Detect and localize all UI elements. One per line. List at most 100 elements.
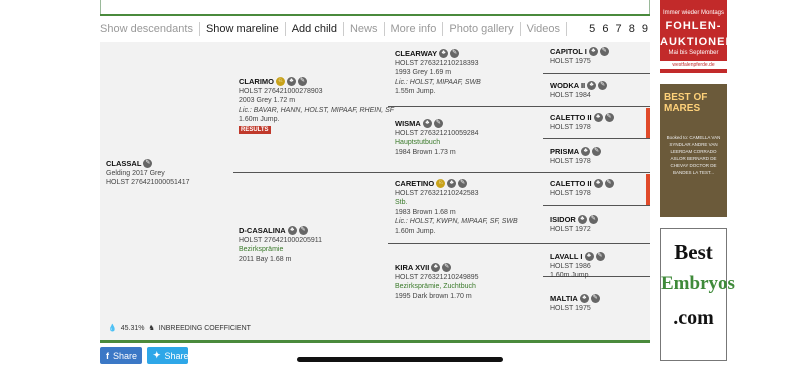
family-icon[interactable]: ♣ [447, 179, 457, 189]
horse-gen3-5: CALETTO II ♣ ✎ HOLST 1978 [550, 179, 614, 198]
edit-icon[interactable]: ✎ [442, 263, 452, 273]
horse-sire: CLARIMO ♘ ♣ ✎ HOLST 276421000278903 2003 Gr… [239, 77, 394, 134]
horse-name[interactable]: WISMA [395, 119, 421, 129]
horse-info: HOLST 1972 [550, 225, 591, 233]
ad-word: Embryos [661, 273, 735, 294]
separator-line [233, 172, 650, 173]
ad-subline: Mai bis September [668, 50, 719, 56]
family-icon[interactable]: ♣ [588, 47, 598, 57]
edit-icon[interactable]: ✎ [143, 159, 153, 169]
horse-licenses: Lic.: HOLST, KWPN, MIPAAF, SF, SWB [395, 218, 518, 225]
edit-icon[interactable]: ✎ [450, 49, 460, 59]
horse-icon: ♞ [148, 325, 155, 332]
horse-info: HOLST 276321210218393 [395, 59, 479, 67]
horse-name[interactable]: CALETTO II [550, 113, 592, 123]
family-icon[interactable]: ♣ [287, 226, 297, 236]
horse-name[interactable]: CLASSAL [106, 159, 141, 169]
horse-subject: CLASSAL ✎ Gelding 2017 Grey HOLST 2764210… [106, 159, 190, 188]
horse-name[interactable]: KIRA XVII [395, 263, 429, 273]
stallion-icon: ♘ [276, 77, 285, 87]
horse-info: HOLST 1978 [550, 123, 591, 131]
edit-icon[interactable]: ✎ [595, 252, 605, 262]
family-icon[interactable]: ♣ [593, 113, 603, 123]
tab-add-child[interactable]: Add child [286, 22, 344, 36]
facebook-icon: f [106, 350, 109, 361]
horse-name[interactable]: WODKA II [550, 81, 585, 91]
edit-icon[interactable]: ✎ [433, 119, 443, 129]
edit-icon[interactable]: ✎ [599, 47, 609, 57]
drop-icon: 💧 [108, 325, 117, 332]
inbreeding-label: INBREEDING COEFFICIENT [158, 324, 251, 332]
ad-best-of-mares[interactable]: BEST OF MARES Booked to: CAMELLA VAN SYN… [660, 84, 727, 217]
edit-icon[interactable]: ✎ [592, 147, 602, 157]
horse-name[interactable]: CLEARWAY [395, 49, 437, 59]
ad-best-embryos[interactable]: Best Embryos .com [660, 228, 735, 361]
horse-info: 2011 Bay 1.68 m [239, 255, 292, 263]
tab-show-mareline[interactable]: Show mareline [200, 22, 286, 36]
horse-name[interactable]: LAVALL I [550, 252, 583, 262]
horse-name[interactable]: MALTIA [550, 294, 578, 304]
family-icon[interactable]: ♣ [579, 294, 589, 304]
family-icon[interactable]: ♣ [593, 179, 603, 189]
family-icon[interactable]: ♣ [581, 147, 591, 157]
family-icon[interactable]: ♣ [439, 49, 449, 59]
generation-pager[interactable]: 5 6 7 8 9 [589, 23, 650, 35]
horse-info: HOLST 276421000051417 [106, 179, 190, 186]
bottom-divider [100, 340, 650, 343]
horse-name[interactable]: CARETINO [395, 179, 434, 189]
family-icon[interactable]: ♣ [422, 119, 432, 129]
tab-photo-gallery[interactable]: Photo gallery [443, 22, 521, 36]
horse-gen3-7: LAVALL I ♣ ✎ HOLST 1986 1.60m Jump. [550, 252, 605, 281]
horse-gen3-8: MALTIA ♣ ✎ HOLST 1975 [550, 294, 600, 313]
horse-award: Bezirksprämie, Zuchtbuch [395, 283, 476, 290]
horse-name[interactable]: CLARIMO [239, 77, 274, 87]
horse-info: HOLST 276321210059284 [395, 129, 479, 137]
inbreeding-value: 45.31% [120, 324, 145, 332]
family-icon[interactable]: ♣ [431, 263, 441, 273]
tab-more-info[interactable]: More info [385, 22, 444, 36]
tab-videos[interactable]: Videos [521, 22, 568, 36]
edit-icon[interactable]: ✎ [604, 113, 614, 123]
home-indicator [297, 357, 503, 362]
pedigree-col-subject [100, 42, 233, 340]
horse-info: 1.55m Jump. [395, 88, 436, 95]
twitter-share-button[interactable]: ✦ Share [147, 347, 189, 364]
ad-fohlen-auktionen[interactable]: Immer wieder Montags FOHLEN- AUKTIONEN M… [660, 0, 733, 73]
ad-tagline: Immer wieder Montags [662, 10, 725, 16]
family-icon[interactable]: ♣ [287, 77, 296, 87]
tab-news[interactable]: News [344, 22, 385, 36]
edit-icon[interactable]: ✎ [590, 294, 600, 304]
pedigree-table: CLASSAL ✎ Gelding 2017 Grey HOLST 2764210… [100, 42, 650, 340]
horse-award: Bezirksprämie [239, 246, 284, 253]
edit-icon[interactable]: ✎ [458, 179, 468, 189]
tab-show-descendants[interactable]: Show descendants [100, 22, 200, 36]
stallion-icon: ♘ [436, 179, 446, 189]
separator-line [543, 138, 650, 139]
horse-sire-sire: CLEARWAY ♣ ✎ HOLST 276321210218393 1993 Gr… [395, 49, 481, 97]
edit-icon[interactable]: ✎ [588, 215, 598, 225]
facebook-share-button[interactable]: f Share [100, 347, 142, 364]
horse-name[interactable]: D-CASALINA [239, 226, 286, 236]
twitter-icon: ✦ [153, 350, 161, 360]
edit-icon[interactable]: ✎ [598, 81, 608, 91]
edit-icon[interactable]: ✎ [604, 179, 614, 189]
family-icon[interactable]: ♣ [577, 215, 587, 225]
family-icon[interactable]: ♣ [584, 252, 594, 262]
edit-icon[interactable]: ✎ [298, 226, 308, 236]
horse-name[interactable]: CAPITOL I [550, 47, 587, 57]
horse-dam-dam: KIRA XVII ♣ ✎ HOLST 276321210249895 Bezirk… [395, 263, 479, 301]
horse-name[interactable]: ISIDOR [550, 215, 576, 225]
inbreeding-marker [646, 108, 650, 138]
horse-name[interactable]: CALETTO II [550, 179, 592, 189]
edit-icon[interactable]: ✎ [298, 77, 307, 87]
horse-dam-sire: CARETINO ♘ ♣ ✎ HOLST 276321210242583 Stb. 1… [395, 179, 518, 236]
horse-info: HOLST 1975 [550, 57, 591, 65]
ad-word: .com [673, 307, 714, 329]
horse-info: 1995 Dark brown 1.70 m [395, 292, 472, 300]
horse-name[interactable]: PRISMA [550, 147, 579, 157]
results-badge[interactable]: RESULTS [239, 125, 271, 134]
horse-info: 1.60m Jump. [395, 227, 436, 235]
family-icon[interactable]: ♣ [587, 81, 597, 91]
tab-bar: Show descendants Show mareline Add child… [100, 20, 650, 38]
horse-info: 1.60m Jump. [550, 272, 591, 279]
